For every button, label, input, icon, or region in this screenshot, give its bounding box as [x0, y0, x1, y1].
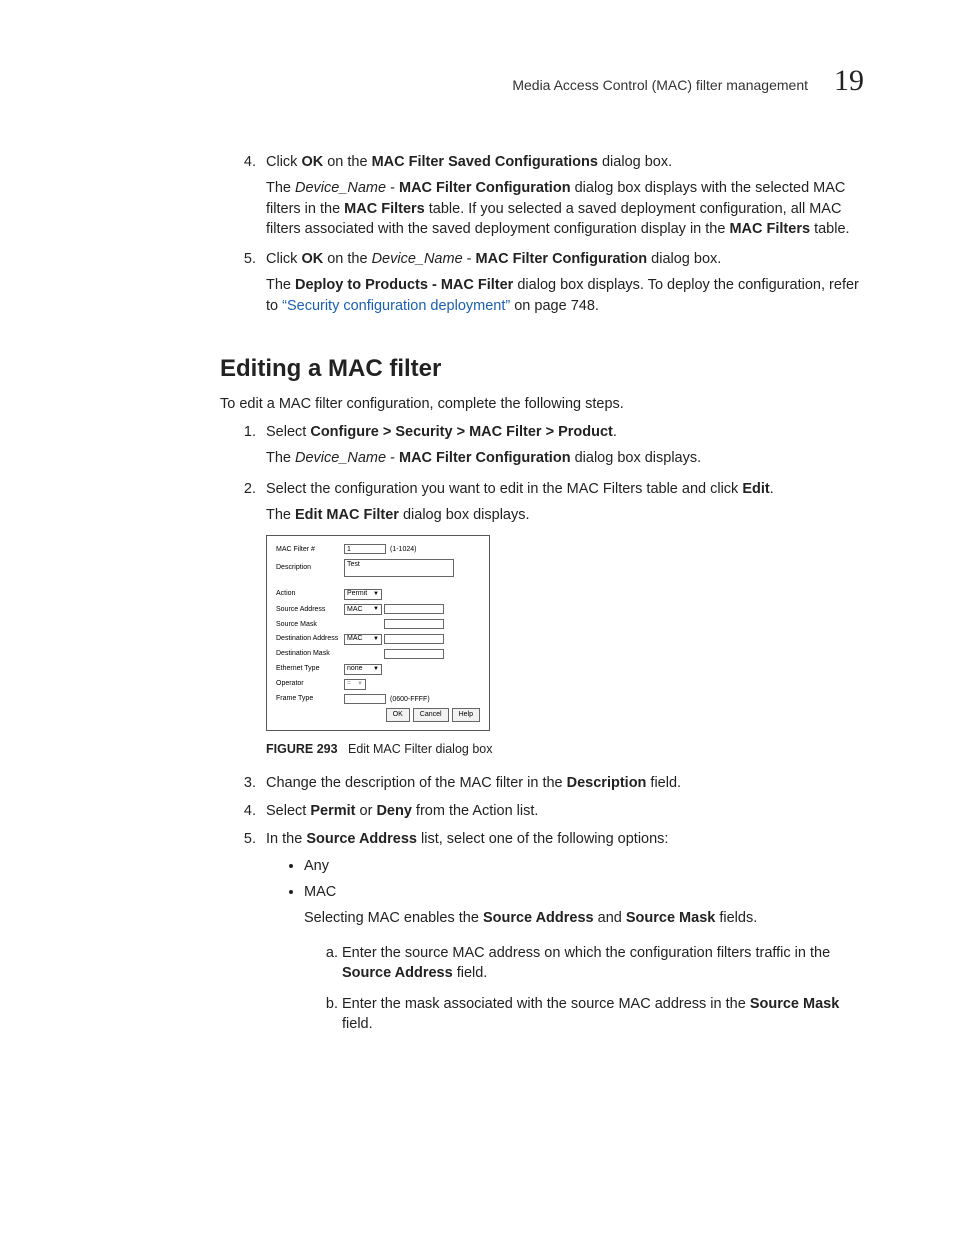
- page-number: 19: [834, 60, 864, 102]
- operator-select[interactable]: =▼: [344, 679, 366, 690]
- option-any: Any: [304, 856, 864, 876]
- mac-filter-num-label: MAC Filter #: [275, 542, 343, 557]
- destination-address-input[interactable]: [384, 634, 444, 644]
- source-address-options: Any MAC Selecting MAC enables the Source…: [292, 856, 864, 1035]
- chevron-down-icon: ▼: [357, 681, 363, 687]
- substep-a: Enter the source MAC address on which th…: [342, 943, 864, 984]
- chevron-down-icon: ▼: [373, 606, 379, 612]
- step-5: Click OK on the Device_Name - MAC Filter…: [260, 249, 864, 316]
- frame-type-label: Frame Type: [275, 692, 343, 707]
- header-title: Media Access Control (MAC) filter manage…: [512, 76, 808, 96]
- source-address-input[interactable]: [384, 604, 444, 614]
- step-5-body: The Deploy to Products - MAC Filter dial…: [266, 275, 864, 316]
- action-label: Action: [275, 587, 343, 602]
- mac-filter-num-input[interactable]: 1: [344, 544, 386, 554]
- section-intro: To edit a MAC filter configuration, comp…: [220, 394, 864, 414]
- source-mask-label: Source Mask: [275, 617, 343, 632]
- mac-substeps: Enter the source MAC address on which th…: [330, 943, 864, 1034]
- chevron-down-icon: ▼: [373, 666, 379, 672]
- edit-step-1: Select Configure > Security > MAC Filter…: [260, 422, 864, 469]
- edit-step-5: In the Source Address list, select one o…: [260, 829, 864, 1034]
- source-address-select[interactable]: MAC▼: [344, 604, 382, 615]
- source-address-label: Source Address: [275, 602, 343, 617]
- top-steps: Click OK on the MAC Filter Saved Configu…: [90, 152, 864, 316]
- ethernet-type-label: Ethernet Type: [275, 662, 343, 677]
- edit-step-1-body: The Device_Name - MAC Filter Configurati…: [266, 448, 864, 468]
- chevron-down-icon: ▼: [373, 636, 379, 642]
- page-header: Media Access Control (MAC) filter manage…: [90, 60, 864, 102]
- source-mask-input[interactable]: [384, 619, 444, 629]
- action-select[interactable]: Permit▼: [344, 589, 382, 600]
- edit-step-2: Select the configuration you want to edi…: [260, 479, 864, 759]
- frame-type-hint: (0600-FFFF): [390, 696, 430, 703]
- mac-note: Selecting MAC enables the Source Address…: [304, 908, 864, 928]
- option-mac: MAC Selecting MAC enables the Source Add…: [304, 882, 864, 1034]
- ok-button[interactable]: OK: [386, 708, 410, 722]
- description-label: Description: [275, 557, 343, 579]
- description-input[interactable]: Test: [344, 559, 454, 577]
- destination-address-label: Destination Address: [275, 632, 343, 647]
- figure-caption: FIGURE 293 Edit MAC Filter dialog box: [266, 741, 864, 759]
- destination-mask-label: Destination Mask: [275, 647, 343, 662]
- edit-steps: Select Configure > Security > MAC Filter…: [90, 422, 864, 1034]
- substep-b: Enter the mask associated with the sourc…: [342, 994, 864, 1035]
- mac-filter-num-hint: (1-1024): [390, 546, 416, 553]
- frame-type-input[interactable]: [344, 694, 386, 704]
- step-4: Click OK on the MAC Filter Saved Configu…: [260, 152, 864, 239]
- cancel-button[interactable]: Cancel: [413, 708, 449, 722]
- edit-step-3: Change the description of the MAC filter…: [260, 773, 864, 793]
- help-button[interactable]: Help: [452, 708, 480, 722]
- chevron-down-icon: ▼: [373, 591, 379, 597]
- operator-label: Operator: [275, 677, 343, 692]
- destination-mask-input[interactable]: [384, 649, 444, 659]
- figure-293: MAC Filter # 1(1-1024) Description Test …: [266, 535, 864, 759]
- xref-security-deployment[interactable]: “Security configuration deployment”: [282, 298, 510, 314]
- section-heading: Editing a MAC filter: [220, 352, 864, 386]
- edit-mac-filter-dialog: MAC Filter # 1(1-1024) Description Test …: [266, 535, 490, 731]
- edit-step-2-body: The Edit MAC Filter dialog box displays.: [266, 505, 864, 525]
- destination-address-select[interactable]: MAC▼: [344, 634, 382, 645]
- edit-step-4: Select Permit or Deny from the Action li…: [260, 801, 864, 821]
- ethernet-type-select[interactable]: none▼: [344, 664, 382, 675]
- step-4-body: The Device_Name - MAC Filter Configurati…: [266, 178, 864, 239]
